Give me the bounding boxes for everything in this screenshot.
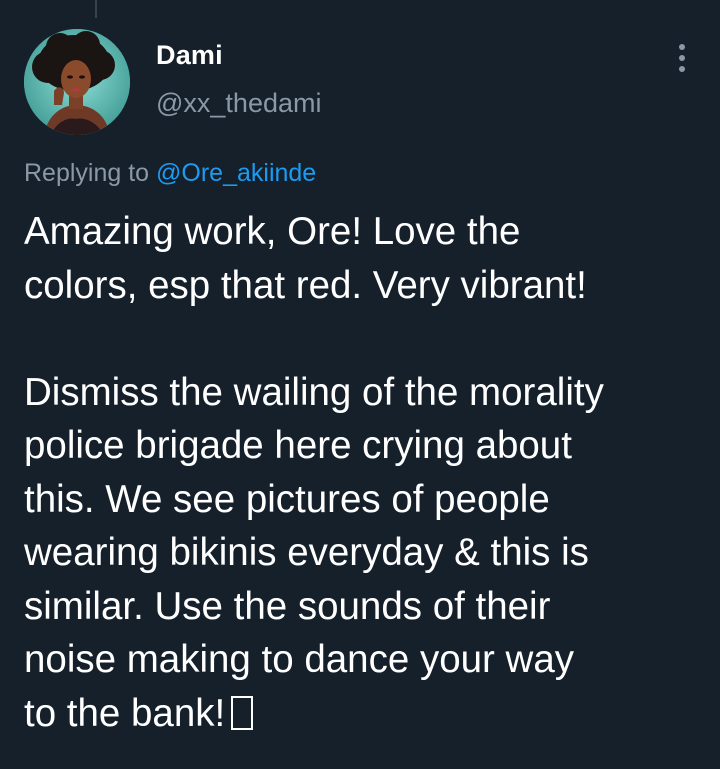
replying-to-line: Replying to @Ore_akiinde	[24, 159, 316, 188]
avatar-illustration-icon	[24, 29, 130, 135]
more-options-button[interactable]	[664, 38, 700, 78]
tweet-line: Amazing work, Ore! Love the	[24, 210, 521, 253]
thread-connector-line	[95, 0, 97, 18]
tweet-line-text: to the bank!	[24, 691, 226, 735]
tweet-line: this. We see pictures of people	[24, 477, 550, 521]
more-vertical-icon-dot	[679, 66, 685, 72]
tweet-last-line: to the bank!	[24, 687, 704, 741]
tweet-line: wearing bikinis everyday & this is	[24, 531, 589, 574]
more-vertical-icon-dot	[679, 44, 685, 50]
tweet-line: noise making to dance your way	[24, 638, 574, 681]
avatar[interactable]	[24, 29, 130, 135]
tweet-line: colors, esp that red. Very vibrant!	[24, 263, 587, 307]
tweet-line: police brigade here crying about	[24, 424, 572, 467]
author-handle[interactable]: @xx_thedami	[156, 88, 321, 119]
author-name[interactable]: Dami	[156, 40, 223, 71]
tweet-line: Dismiss the wailing of the morality	[24, 370, 604, 414]
tweet-line: similar. Use the sounds of their	[24, 584, 551, 628]
more-vertical-icon-dot	[679, 55, 685, 61]
tweet-text: Amazing work, Ore! Love the colors, esp …	[24, 205, 704, 740]
replying-to-handle-link[interactable]: @Ore_akiinde	[156, 159, 316, 187]
missing-glyph-icon	[231, 695, 254, 730]
replying-to-label: Replying to	[24, 159, 150, 187]
